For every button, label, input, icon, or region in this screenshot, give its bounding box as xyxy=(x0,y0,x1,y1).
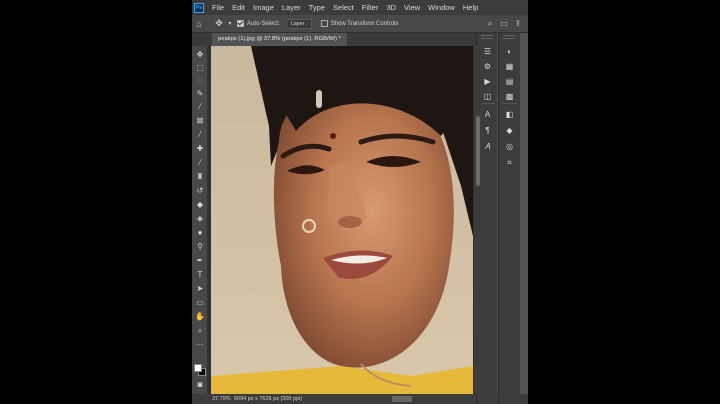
gradients-panel-icon[interactable]: ▤ xyxy=(503,76,516,88)
horizontal-scrollbar[interactable] xyxy=(392,396,412,402)
show-transform-label: Show Transform Controls xyxy=(330,20,399,27)
move-tool-icon[interactable]: ✥ xyxy=(212,18,226,29)
zoom-level[interactable]: 37.79% xyxy=(192,396,231,402)
character-panel-icon[interactable]: A xyxy=(481,109,494,121)
type-tool-icon[interactable]: T xyxy=(194,269,206,280)
blur-tool-icon[interactable]: ● xyxy=(194,227,206,238)
paragraph-panel-icon[interactable]: ¶ xyxy=(481,125,494,137)
share-icon[interactable]: ⇪ xyxy=(512,19,524,29)
actions-panel-icon[interactable]: ▶ xyxy=(481,76,494,88)
foreground-color-swatch[interactable] xyxy=(194,364,202,372)
clone-stamp-icon[interactable]: ♜ xyxy=(194,171,206,182)
chevron-down-icon[interactable]: ▾ xyxy=(226,20,234,27)
quick-select-tool-icon[interactable]: ✎ xyxy=(194,88,206,99)
document-info[interactable]: 6094 px x 7626 px (300 ppi) xyxy=(220,396,302,402)
photoshop-logo: Ps xyxy=(194,2,204,13)
vertical-scrollbar[interactable] xyxy=(474,46,482,394)
history-panel-icon[interactable]: ☰ xyxy=(481,46,494,58)
menu-layer[interactable]: Layer xyxy=(278,3,305,12)
path-select-icon[interactable]: ➤ xyxy=(194,283,206,294)
panel-divider xyxy=(502,100,517,104)
menu-help[interactable]: Help xyxy=(459,3,482,12)
menu-3d[interactable]: 3D xyxy=(382,3,400,12)
zoom-tool-icon[interactable]: ⌕ xyxy=(194,325,206,336)
pen-tool-icon[interactable]: ✒ xyxy=(194,255,206,266)
channels-panel-icon[interactable]: ◎ xyxy=(503,141,516,153)
paint-bucket-icon[interactable]: ◈ xyxy=(194,213,206,224)
history-brush-icon[interactable]: ↺ xyxy=(194,185,206,196)
hand-tool-icon[interactable]: ✋ xyxy=(194,311,206,322)
move-tool-icon[interactable]: ✥ xyxy=(194,49,206,60)
marquee-tool-icon[interactable]: ⬚ xyxy=(194,62,206,73)
menu-view[interactable]: View xyxy=(400,3,424,12)
tools-panel: ✥ ⬚ ◌ ✎ ⁄ ⊠ ⁄ ✚ ⁄ ♜ ↺ ◆ ◈ ● ⚲ ✒ T ➤ ▭ ✋ … xyxy=(192,46,208,404)
home-icon[interactable]: ⌂ xyxy=(192,19,206,29)
swatches-panel-icon[interactable]: ▦ xyxy=(503,61,516,73)
magic-wand-icon[interactable]: ⁄ xyxy=(194,101,206,112)
frame-tool-icon[interactable]: ⊠ xyxy=(194,115,206,126)
panel-divider xyxy=(480,100,495,104)
menu-edit[interactable]: Edit xyxy=(228,3,249,12)
eraser-tool-icon[interactable]: ◆ xyxy=(194,199,206,210)
quick-mask-icon[interactable]: ◙ xyxy=(194,379,206,390)
layers-panel-icon[interactable]: ◆ xyxy=(503,125,516,137)
canvas-area[interactable] xyxy=(208,46,476,394)
menu-file[interactable]: File xyxy=(208,3,228,12)
more-tools-icon[interactable]: ··· xyxy=(194,339,206,350)
eyedropper-tool-icon[interactable]: ⁄ xyxy=(194,129,206,140)
workspace-icon[interactable]: ▭ xyxy=(498,19,510,29)
lasso-tool-icon[interactable]: ◌ xyxy=(194,75,206,86)
dock-handle[interactable] xyxy=(481,35,493,39)
document-tab[interactable]: peakpx (1).jpg @ 37.8% (peakpx (1), RGB/… xyxy=(212,33,347,46)
document-image xyxy=(211,46,473,394)
dodge-tool-icon[interactable]: ⚲ xyxy=(194,241,206,252)
document-tab-bar: peakpx (1).jpg @ 37.8% (peakpx (1), RGB/… xyxy=(192,33,476,46)
search-icon[interactable]: ⌕ xyxy=(484,19,496,29)
healing-brush-icon[interactable]: ✚ xyxy=(194,143,206,154)
glyphs-panel-icon[interactable]: 𝐴 xyxy=(481,141,494,153)
menu-image[interactable]: Image xyxy=(249,3,278,12)
options-bar: ⌂ ✥ ▾ Auto-Select: Layer Show Transform … xyxy=(192,15,528,33)
menu-select[interactable]: Select xyxy=(329,3,358,12)
show-transform-checkbox[interactable] xyxy=(320,20,328,27)
portrait-photo xyxy=(211,46,473,394)
adjustments-panel-icon[interactable]: ⚙ xyxy=(481,61,494,73)
panel-dock-primary: ◐ ▦ ▤ ▩ ◧ ◆ ◎ ⌗ xyxy=(498,33,520,404)
auto-select-checkbox[interactable] xyxy=(237,20,244,27)
menu-type[interactable]: Type xyxy=(305,3,329,12)
menu-bar: Ps File Edit Image Layer Type Select Fil… xyxy=(192,0,528,15)
properties-panel-icon[interactable]: ◧ xyxy=(503,109,516,121)
rectangle-tool-icon[interactable]: ▭ xyxy=(194,297,206,308)
auto-select-label: Auto-Select: xyxy=(247,20,280,27)
brush-tool-icon[interactable]: ⁄ xyxy=(194,157,206,168)
scroll-thumb[interactable] xyxy=(476,116,480,186)
menu-window[interactable]: Window xyxy=(424,3,459,12)
menu-filter[interactable]: Filter xyxy=(358,3,383,12)
paths-panel-icon[interactable]: ⌗ xyxy=(503,157,516,169)
auto-select-target-dropdown[interactable]: Layer xyxy=(285,18,312,29)
color-panel-icon[interactable]: ◐ xyxy=(503,46,516,58)
dock-handle[interactable] xyxy=(503,35,515,39)
